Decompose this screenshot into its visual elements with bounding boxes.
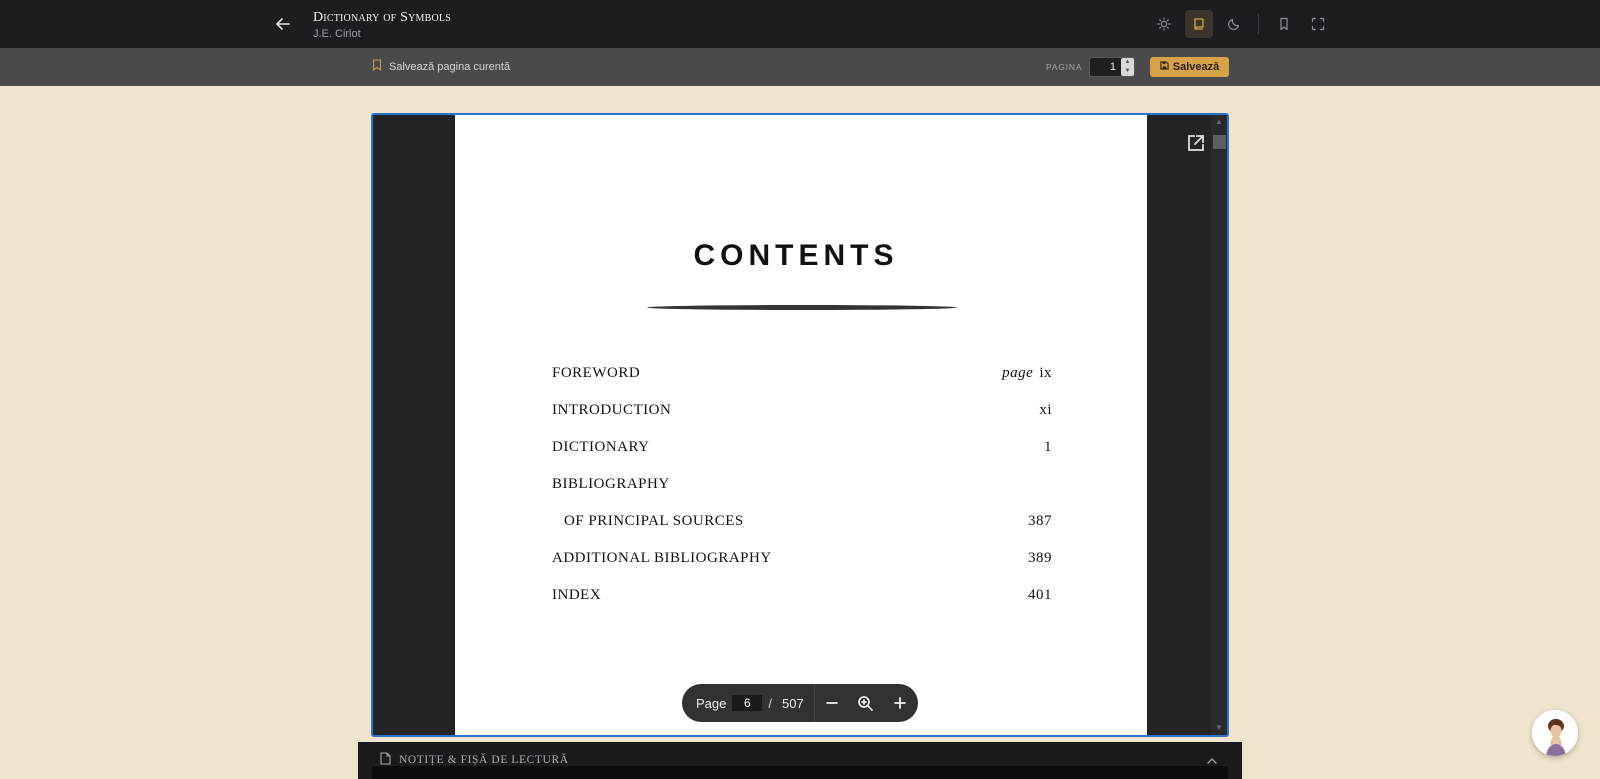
page-label: Page xyxy=(696,695,727,711)
page-stepper[interactable]: ▲ ▼ xyxy=(1121,58,1134,76)
toc-row: OF PRINCIPAL SOURCES 387 xyxy=(552,513,1052,533)
stepper-down-icon[interactable]: ▼ xyxy=(1121,67,1134,76)
toc-row-label: INTRODUCTION xyxy=(552,402,672,418)
bookmark-icon[interactable] xyxy=(1270,10,1298,38)
pdf-viewer[interactable]: CONTENTS FOREWORD page ix INTRODUCTION xi… xyxy=(371,113,1229,737)
book-title: Dictionary of Symbols xyxy=(313,10,451,25)
toc-row: BIBLIOGRAPHY xyxy=(552,476,1052,496)
toc-row-page: 1 xyxy=(1044,439,1052,455)
page-separator: / xyxy=(768,695,772,711)
open-external-icon[interactable] xyxy=(1185,132,1207,154)
toc-row-label: FOREWORD xyxy=(552,365,641,381)
toc-row-page: ix xyxy=(1039,365,1052,381)
floppy-disk-icon xyxy=(1160,61,1169,73)
notes-panel[interactable]: NOTIȚE & FIȘĂ DE LECTURĂ xyxy=(358,742,1242,779)
scroll-up-icon[interactable]: ▲ xyxy=(1211,115,1227,129)
toc-row: ADDITIONAL BIBLIOGRAPHY 389 xyxy=(552,550,1052,570)
scrollbar-thumb[interactable] xyxy=(1213,135,1226,149)
back-arrow-icon[interactable] xyxy=(272,13,294,35)
toc-row: INTRODUCTION xi xyxy=(552,402,1052,422)
toc-row-label: INDEX xyxy=(552,587,602,603)
scrollbar[interactable] xyxy=(1211,115,1227,735)
toc-row-label: OF PRINCIPAL SOURCES xyxy=(564,513,744,529)
toc-row-label: BIBLIOGRAPHY xyxy=(552,476,670,492)
book-reading-icon[interactable] xyxy=(1185,10,1213,38)
toc-row-label: ADDITIONAL BIBLIOGRAPHY xyxy=(552,550,772,566)
book-author: J.E. Cirlot xyxy=(313,28,361,40)
toc-row-page: 389 xyxy=(1028,550,1052,566)
toc-row-page: xi xyxy=(1039,402,1052,418)
toc-row-page: 387 xyxy=(1028,513,1052,529)
pdf-page: CONTENTS FOREWORD page ix INTRODUCTION xi… xyxy=(455,115,1147,735)
scroll-down-icon[interactable]: ▼ xyxy=(1211,721,1227,735)
save-current-page-label: Salvează pagina curentă xyxy=(389,60,511,73)
save-page-button[interactable]: Salvează xyxy=(1150,57,1229,77)
toc-row: FOREWORD page ix xyxy=(552,365,1052,385)
pdf-page-toolbar: Page / 507 xyxy=(682,684,918,722)
zoom-magnifier-icon[interactable] xyxy=(849,684,883,722)
total-pages: 507 xyxy=(782,695,804,711)
toc-row-label: DICTIONARY xyxy=(552,439,650,455)
contents-heading: CONTENTS xyxy=(693,239,899,272)
notes-toggle[interactable]: NOTIȚE & FIȘĂ DE LECTURĂ xyxy=(380,752,569,768)
toc-row-page-prefix: page xyxy=(1002,365,1034,381)
top-header: Dictionary of Symbols J.E. Cirlot xyxy=(0,0,1600,48)
stepper-up-icon[interactable]: ▲ xyxy=(1121,58,1134,67)
toolbar-divider xyxy=(1258,14,1259,34)
notes-label: NOTIȚE & FIȘĂ DE LECTURĂ xyxy=(399,754,569,766)
sun-icon[interactable] xyxy=(1150,10,1178,38)
zoom-out-icon[interactable] xyxy=(815,684,849,722)
chevron-up-icon[interactable] xyxy=(1206,754,1218,766)
fullscreen-icon[interactable] xyxy=(1304,10,1332,38)
moon-icon[interactable] xyxy=(1220,10,1248,38)
toc-row-page: 401 xyxy=(1028,587,1052,603)
decorative-rule xyxy=(647,305,957,310)
assistant-avatar[interactable] xyxy=(1532,710,1578,756)
save-page-button-label: Salvează xyxy=(1172,61,1220,73)
zoom-in-icon[interactable] xyxy=(883,684,917,722)
page-number-label: PAGINA xyxy=(1046,62,1083,72)
toc-row: DICTIONARY 1 xyxy=(552,439,1052,459)
toc-row: INDEX 401 xyxy=(552,587,1052,607)
current-page-input[interactable] xyxy=(732,695,763,711)
page-save-bar: Salvează pagina curentă PAGINA ▲ ▼ Salve… xyxy=(0,48,1600,86)
document-icon xyxy=(380,752,391,768)
save-current-page-link[interactable]: Salvează pagina curentă xyxy=(372,59,510,74)
book-title-block: Dictionary of Symbols J.E. Cirlot xyxy=(313,9,451,42)
bookmark-icon xyxy=(372,59,382,74)
